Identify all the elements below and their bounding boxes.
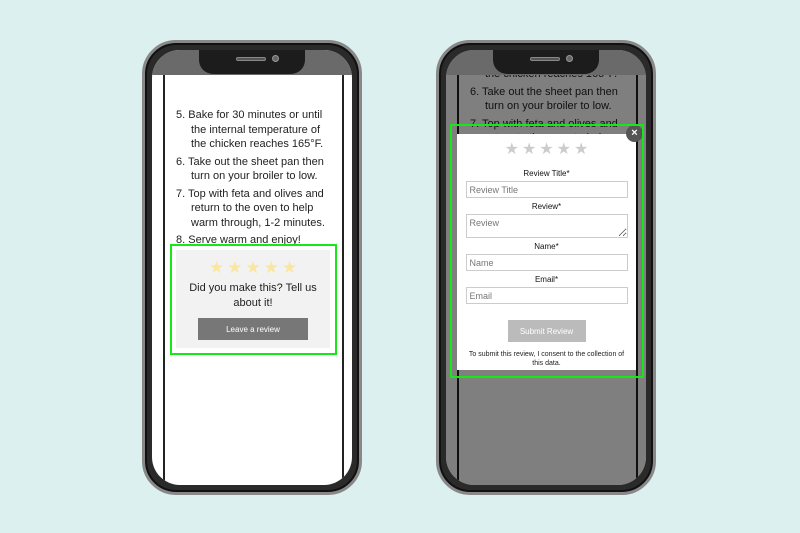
recipe-step: 6. Take out the sheet pan then turn on y…	[176, 155, 324, 183]
status-bar	[152, 50, 352, 75]
highlight-box	[450, 124, 644, 378]
highlight-box	[170, 244, 337, 355]
notch	[493, 50, 599, 74]
camera-icon	[272, 55, 279, 62]
recipe-step: 5. Bake for 30 minutes or until the inte…	[176, 109, 324, 150]
page-border	[342, 75, 344, 485]
recipe-step: 7. Top with feta and olives and return t…	[176, 187, 325, 229]
recipe-steps: 5. Bake for 30 minutes or until the inte…	[176, 108, 336, 251]
page-border	[163, 75, 165, 485]
status-bar	[446, 50, 646, 75]
speaker-icon	[530, 57, 560, 61]
notch	[199, 50, 305, 74]
speaker-icon	[236, 57, 266, 61]
camera-icon	[566, 55, 573, 62]
